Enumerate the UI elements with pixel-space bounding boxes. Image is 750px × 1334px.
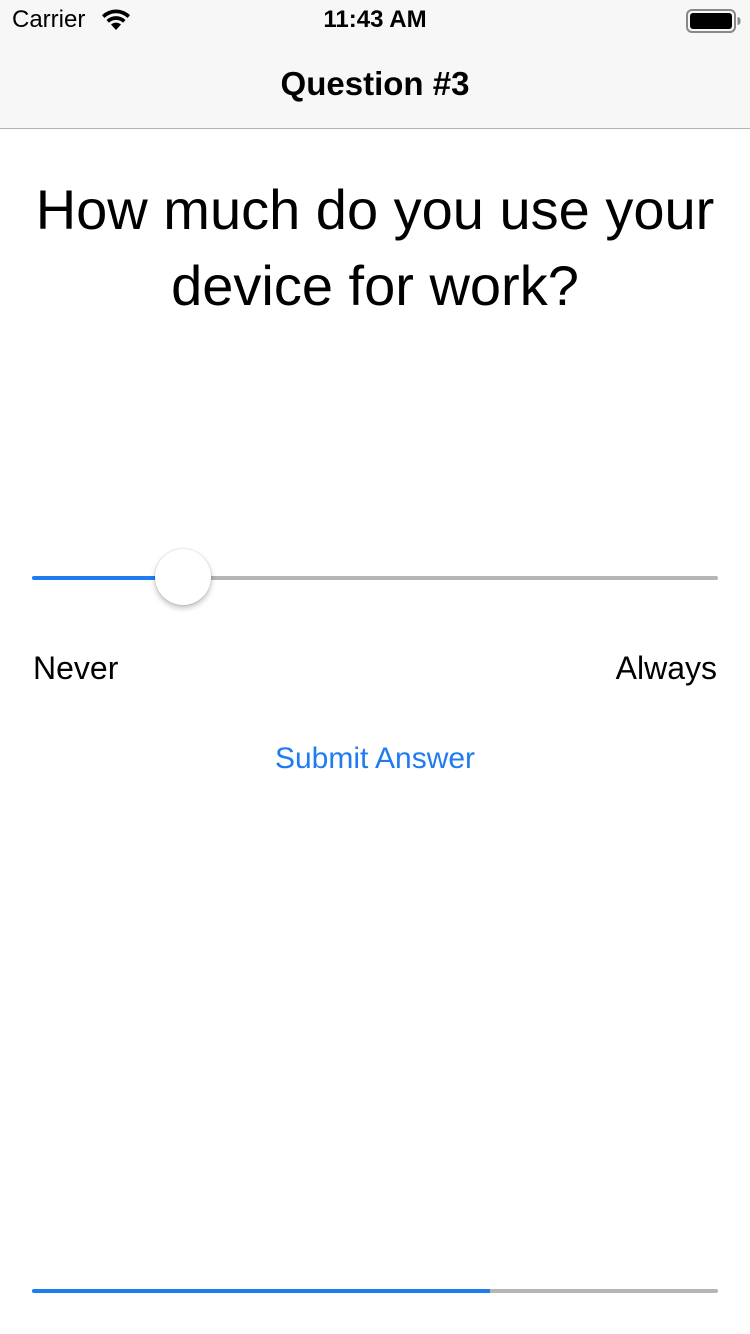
- answer-slider[interactable]: [32, 548, 718, 608]
- navigation-bar: Question #3: [0, 40, 750, 129]
- progress-bar: [32, 1289, 718, 1293]
- question-text: How much do you use your device for work…: [35, 178, 715, 317]
- progress-fill: [32, 1289, 490, 1293]
- battery-icon: [686, 9, 741, 33]
- slider-max-label: Always: [615, 650, 717, 686]
- status-bar: Carrier 11:43 AM: [0, 0, 750, 40]
- slider-min-label: Never: [33, 650, 119, 686]
- nav-title: Question #3: [280, 65, 470, 102]
- status-time: 11:43 AM: [323, 6, 427, 33]
- slider-thumb[interactable]: [154, 549, 211, 605]
- submit-answer-button[interactable]: Submit Answer: [0, 740, 750, 778]
